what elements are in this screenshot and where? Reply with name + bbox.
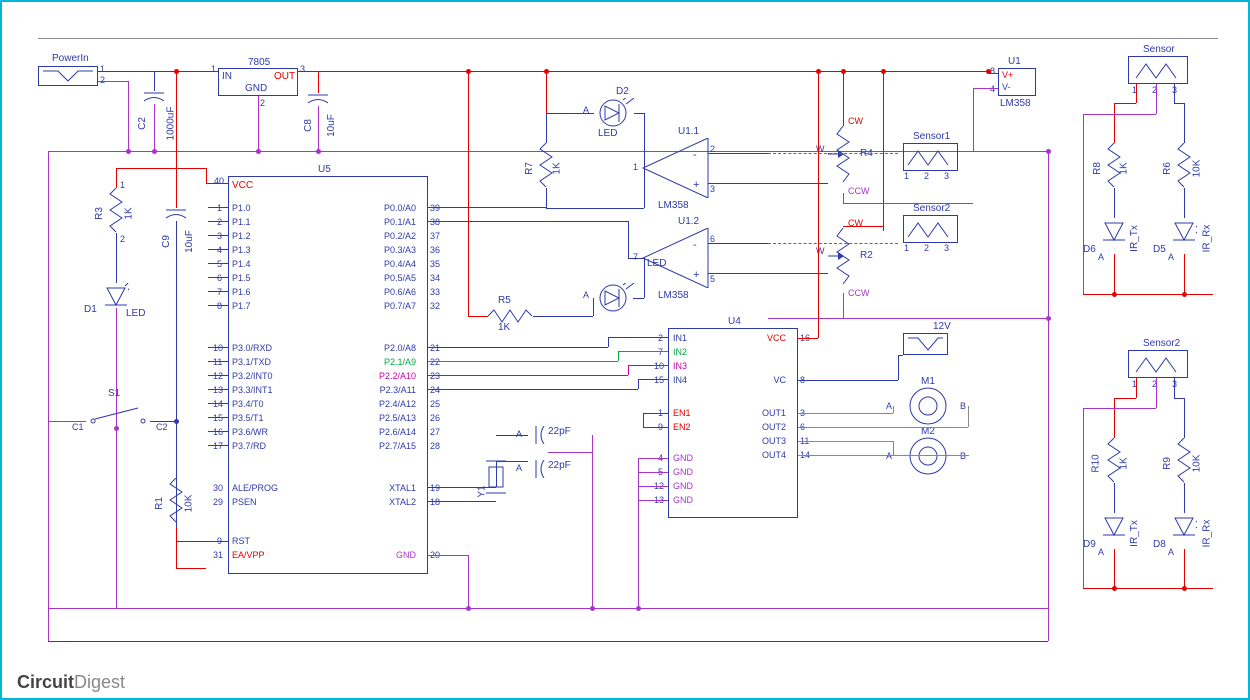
d5-ref: D5 — [1153, 244, 1166, 255]
r7-ref: R7 — [524, 162, 535, 175]
r9-val: 10K — [1191, 455, 1202, 473]
d2-led — [591, 98, 635, 128]
r5-resistor — [488, 308, 538, 324]
r3-ref: R3 — [94, 207, 105, 220]
svg-text:-: - — [693, 239, 697, 251]
r5-val: 1K — [498, 322, 510, 333]
d6-led — [1101, 218, 1127, 258]
r8-val: 1K — [1119, 162, 1130, 174]
u12-ref: U1.2 — [678, 216, 699, 227]
u11-ref: U1.1 — [678, 126, 699, 137]
d8-led — [1171, 513, 1197, 553]
supply12-label: 12V — [933, 321, 951, 332]
u11-part: LM358 — [658, 200, 689, 211]
watermark: CircuitDigest — [17, 672, 125, 693]
r6-resistor — [1176, 143, 1192, 193]
c9-ref: C9 — [161, 235, 172, 248]
r3-val: 1K — [124, 207, 135, 219]
powerin-label: PowerIn — [52, 53, 89, 64]
r10-val: 1K — [1119, 457, 1130, 469]
c2-ref: C2 — [137, 117, 148, 130]
sensor1-label: Sensor1 — [913, 131, 950, 142]
r9-ref: R9 — [1162, 457, 1173, 470]
reg-gnd: GND — [245, 83, 267, 94]
r2-ref: R2 — [860, 250, 873, 261]
s1-switch — [83, 403, 153, 428]
u5-vcc: VCC — [232, 180, 253, 191]
sensor2-label: Sensor2 — [913, 203, 950, 214]
u12-opamp: - + — [633, 228, 713, 288]
r3-resistor — [108, 188, 124, 238]
d5-val: IR_Rx — [1201, 225, 1212, 253]
cap-y1b: 22pF — [548, 460, 571, 471]
d6-val: IR_Tx — [1129, 225, 1140, 252]
r5-ref: R5 — [498, 295, 511, 306]
u1-part: LM358 — [1000, 98, 1031, 109]
s1-ref: S1 — [108, 388, 120, 399]
c8-val: 10uF — [326, 114, 337, 137]
u11-opamp: - + — [633, 138, 713, 198]
c8-ref: C8 — [303, 119, 314, 132]
schematic-canvas: PowerIn 1 2 C2 1000uF 7805 IN OUT GND 1 … — [8, 8, 1242, 668]
d1-val: LED — [126, 308, 145, 319]
r1-ref: R1 — [154, 497, 165, 510]
d9-ref: D9 — [1083, 539, 1096, 550]
d6-ref: D6 — [1083, 244, 1096, 255]
d2-val: LED — [598, 128, 617, 139]
r7-val: 1K — [552, 162, 563, 174]
sensor2b-label: Sensor2 — [1143, 338, 1180, 349]
u12-part: LM358 — [658, 290, 689, 301]
cap-y1a: 22pF — [548, 426, 571, 437]
svg-text:-: - — [693, 149, 697, 161]
c9-val: 10uF — [184, 230, 195, 253]
m2-motor — [898, 436, 958, 476]
reg-out: OUT — [274, 71, 295, 82]
svg-text:+: + — [693, 179, 699, 191]
r10-ref: R10 — [1091, 454, 1102, 472]
d5-led — [1171, 218, 1197, 258]
d1-ref: D1 — [84, 304, 97, 315]
d8-val: IR_Rx — [1201, 520, 1212, 548]
d9-val: IR_Tx — [1129, 520, 1140, 547]
sensor-top-label: Sensor — [1143, 44, 1175, 55]
r8-ref: R8 — [1092, 162, 1103, 175]
m1-motor — [898, 386, 958, 426]
d3-val: LED — [647, 258, 666, 269]
u5-ref: U5 — [318, 164, 331, 175]
r1-resistor — [168, 478, 184, 528]
svg-text:+: + — [693, 269, 699, 281]
d3-led — [591, 283, 635, 313]
d8-ref: D8 — [1153, 539, 1166, 550]
u4-ref: U4 — [728, 316, 741, 327]
reg-in: IN — [222, 71, 232, 82]
r1-val: 10K — [183, 495, 194, 513]
d9-led — [1101, 513, 1127, 553]
reg-ref: 7805 — [248, 57, 270, 68]
r9-resistor — [1176, 438, 1192, 488]
u1-ref: U1 — [1008, 56, 1021, 67]
r6-ref: R6 — [1162, 162, 1173, 175]
d2-ref: D2 — [616, 86, 629, 97]
r6-val: 10K — [1191, 160, 1202, 178]
c2-val: 1000uF — [165, 107, 176, 141]
